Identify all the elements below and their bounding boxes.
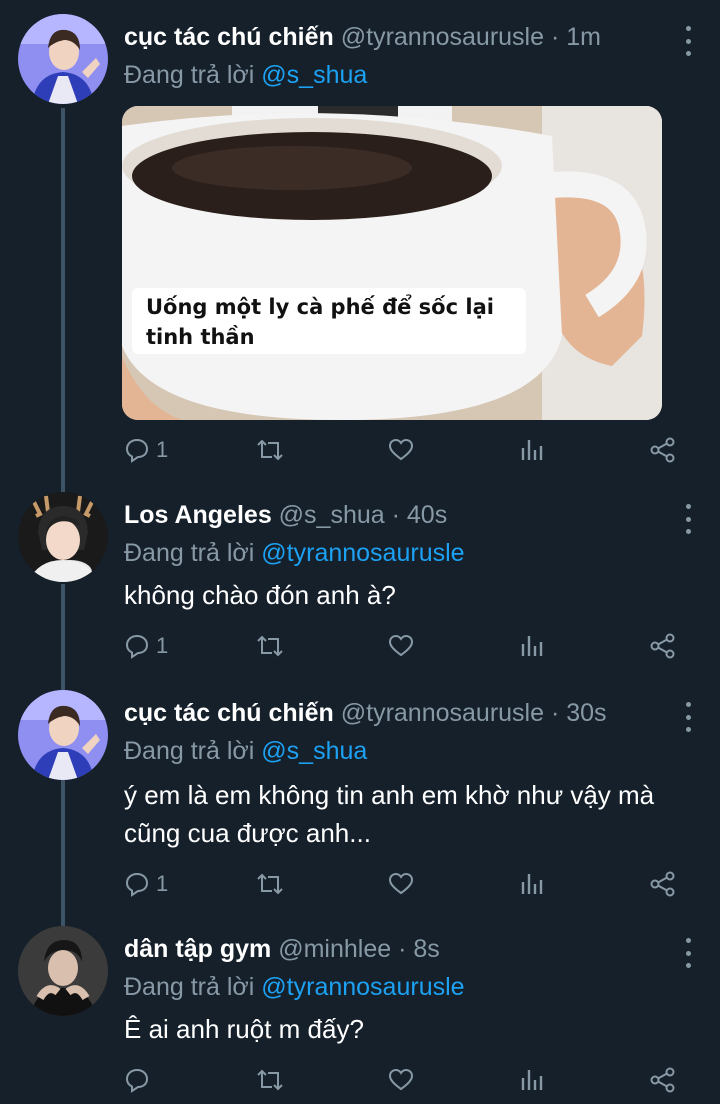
reply-count: 1 <box>156 437 169 462</box>
analytics-icon <box>521 636 543 656</box>
like-icon <box>388 1068 414 1091</box>
retweet-button[interactable] <box>256 630 284 662</box>
share-button[interactable] <box>650 630 676 662</box>
tweet-header: Los Angeles @s_shua · 40s <box>124 500 660 530</box>
analytics-icon <box>521 440 543 460</box>
reply-icon <box>125 872 149 897</box>
like-button[interactable] <box>388 1064 414 1096</box>
avatar[interactable] <box>18 926 108 1016</box>
share-icon <box>650 633 675 659</box>
tweet-actions: 1 <box>124 630 684 662</box>
display-name[interactable]: cục tác chú chiến <box>124 23 334 51</box>
analytics-icon <box>521 1070 543 1090</box>
tweet[interactable]: Los Angeles @s_shua · 40s Đang trả lời @… <box>0 492 720 678</box>
analytics-button[interactable] <box>520 1064 544 1096</box>
tweet-image[interactable]: Uống một ly cà phế để sốc lại tinh thần <box>122 106 662 420</box>
replying-prefix: Đang trả lời <box>124 973 255 1001</box>
retweet-button[interactable] <box>256 868 284 900</box>
reply-count: 1 <box>156 633 169 658</box>
analytics-button[interactable] <box>520 868 544 900</box>
image-caption: Uống một ly cà phế để sốc lại tinh thần <box>132 288 526 354</box>
share-button[interactable] <box>650 868 676 900</box>
analytics-button[interactable] <box>520 630 544 662</box>
reply-icon <box>125 438 149 463</box>
retweet-button[interactable] <box>256 1064 284 1096</box>
share-icon <box>650 871 675 897</box>
reply-button[interactable]: 1 <box>124 868 168 900</box>
share-button[interactable] <box>650 1064 676 1096</box>
retweet-icon <box>257 873 283 895</box>
retweet-button[interactable] <box>256 434 284 466</box>
like-icon <box>388 634 414 657</box>
display-name[interactable]: dân tập gym <box>124 935 271 963</box>
replying-prefix: Đang trả lời <box>124 737 255 765</box>
reply-button[interactable]: 1 <box>124 630 168 662</box>
avatar[interactable] <box>18 690 108 780</box>
share-icon <box>650 437 675 463</box>
like-icon <box>388 872 414 895</box>
tweet-actions: 1 <box>124 434 684 466</box>
like-icon <box>388 438 414 461</box>
tweet-actions: 1 <box>124 868 684 900</box>
mention-link[interactable]: @tyrannosaurusle <box>261 539 464 567</box>
mention-link[interactable]: @s_shua <box>261 61 367 89</box>
replying-to: Đang trả lời @tyrannosaurusle <box>124 972 465 1002</box>
like-button[interactable] <box>388 868 414 900</box>
more-icon[interactable] <box>684 504 692 534</box>
tweet[interactable]: dân tập gym @minhlee · 8s Đang trả lời @… <box>0 926 720 1104</box>
display-name[interactable]: cục tác chú chiến <box>124 699 334 727</box>
username-and-time: @s_shua · 40s <box>278 501 448 529</box>
tweet-text-line: ý em là em không tin anh em khờ như vậy … <box>124 780 655 810</box>
more-icon[interactable] <box>684 26 692 56</box>
tweet-header: cục tác chú chiến @tyrannosaurusle · 1m <box>124 22 660 52</box>
share-icon <box>650 1067 675 1093</box>
tweet-actions <box>124 1064 684 1096</box>
like-button[interactable] <box>388 434 414 466</box>
replying-prefix: Đang trả lời <box>124 539 255 567</box>
replying-prefix: Đang trả lời <box>124 61 255 89</box>
replying-to: Đang trả lời @tyrannosaurusle <box>124 538 465 568</box>
reply-button[interactable]: 1 <box>124 434 168 466</box>
tweet-text: Ê ai anh ruột m đấy? <box>124 1014 364 1044</box>
reply-button[interactable] <box>124 1064 150 1096</box>
retweet-icon <box>257 439 283 461</box>
replying-to: Đang trả lời @s_shua <box>124 736 367 766</box>
more-icon[interactable] <box>684 938 692 968</box>
replying-to: Đang trả lời @s_shua <box>124 60 367 90</box>
tweet[interactable]: cục tác chú chiến @tyrannosaurusle · 30s… <box>0 690 720 912</box>
reply-icon <box>125 1068 149 1093</box>
username-and-time: @minhlee · 8s <box>278 935 440 963</box>
retweet-icon <box>257 635 283 657</box>
username-and-time: @tyrannosaurusle · 30s <box>340 699 607 727</box>
mention-link[interactable]: @s_shua <box>261 737 367 765</box>
tweet-header: cục tác chú chiến @tyrannosaurusle · 30s <box>124 698 660 728</box>
tweet[interactable]: cục tác chú chiến @tyrannosaurusle · 1m … <box>0 14 720 474</box>
caption-line: tinh thần <box>146 325 255 349</box>
tweet-text: ý em là em không tin anh em khờ như vậy … <box>124 776 680 852</box>
more-icon[interactable] <box>684 702 692 732</box>
tweet-text: không chào đón anh à? <box>124 580 396 610</box>
retweet-icon <box>257 1069 283 1091</box>
analytics-icon <box>521 874 543 894</box>
like-button[interactable] <box>388 630 414 662</box>
reply-count: 1 <box>156 871 169 896</box>
username-and-time: @tyrannosaurusle · 1m <box>340 23 601 51</box>
mention-link[interactable]: @tyrannosaurusle <box>261 973 464 1001</box>
avatar[interactable] <box>18 492 108 582</box>
display-name[interactable]: Los Angeles <box>124 501 272 529</box>
avatar[interactable] <box>18 14 108 104</box>
caption-line: Uống một ly cà phế để sốc lại <box>146 295 494 319</box>
share-button[interactable] <box>650 434 676 466</box>
tweet-header: dân tập gym @minhlee · 8s <box>124 934 660 964</box>
tweet-text-line: cũng cua được anh... <box>124 818 371 848</box>
analytics-button[interactable] <box>520 434 544 466</box>
reply-icon <box>125 634 149 659</box>
